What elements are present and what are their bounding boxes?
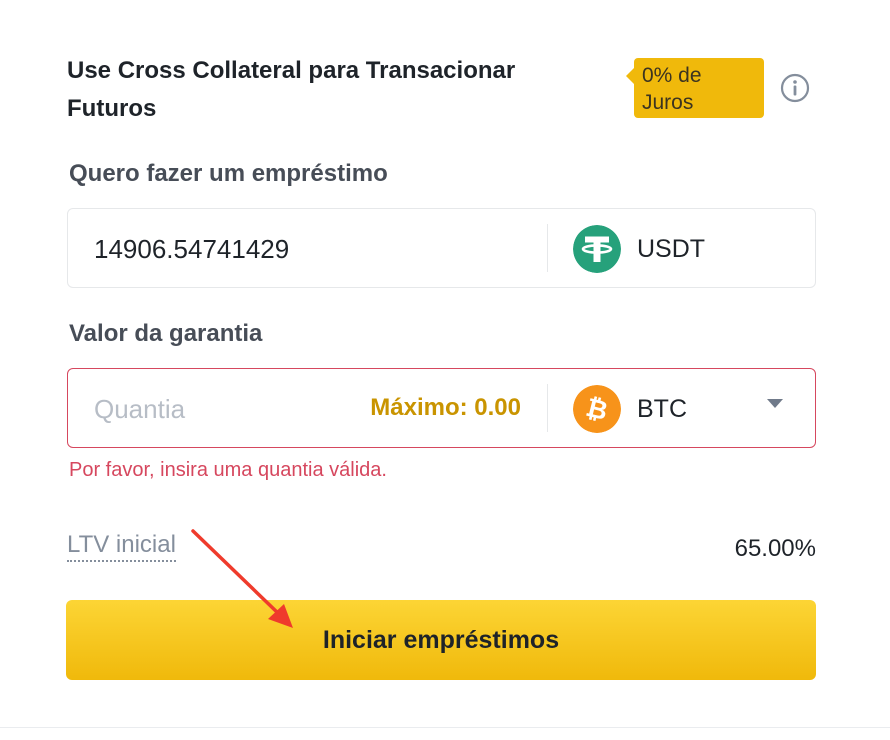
borrow-label: Quero fazer um empréstimo [69,160,388,187]
field-divider [547,384,548,432]
bottom-divider [0,727,890,728]
borrow-amount-input[interactable] [94,229,514,269]
page-title: Use Cross Collateral para Transacionar F… [67,57,516,122]
collateral-amount-field: Máximo: 0.00 ₿ BTC [67,368,816,448]
chevron-down-icon[interactable] [767,399,783,408]
info-icon[interactable] [780,73,810,103]
collateral-coin-name: BTC [637,394,687,423]
borrow-coin-name: USDT [637,234,706,263]
collateral-coin-select[interactable]: ₿ BTC [573,385,813,433]
field-divider [547,224,548,272]
validation-error: Por favor, insira uma quantia válida. [69,459,387,481]
collateral-label: Valor da garantia [69,320,263,347]
start-loan-button[interactable]: Iniciar empréstimos [66,600,816,680]
borrow-amount-field: USDT [67,208,816,288]
borrow-coin: USDT [573,225,705,273]
bitcoin-icon: ₿ [573,385,621,433]
tether-icon [573,225,621,273]
ltv-label[interactable]: LTV inicial [67,530,176,562]
ltv-value: 65.00% [734,535,816,562]
max-amount-button[interactable]: Máximo: 0.00 [370,394,521,422]
interest-badge: 0% de Juros [626,58,764,118]
